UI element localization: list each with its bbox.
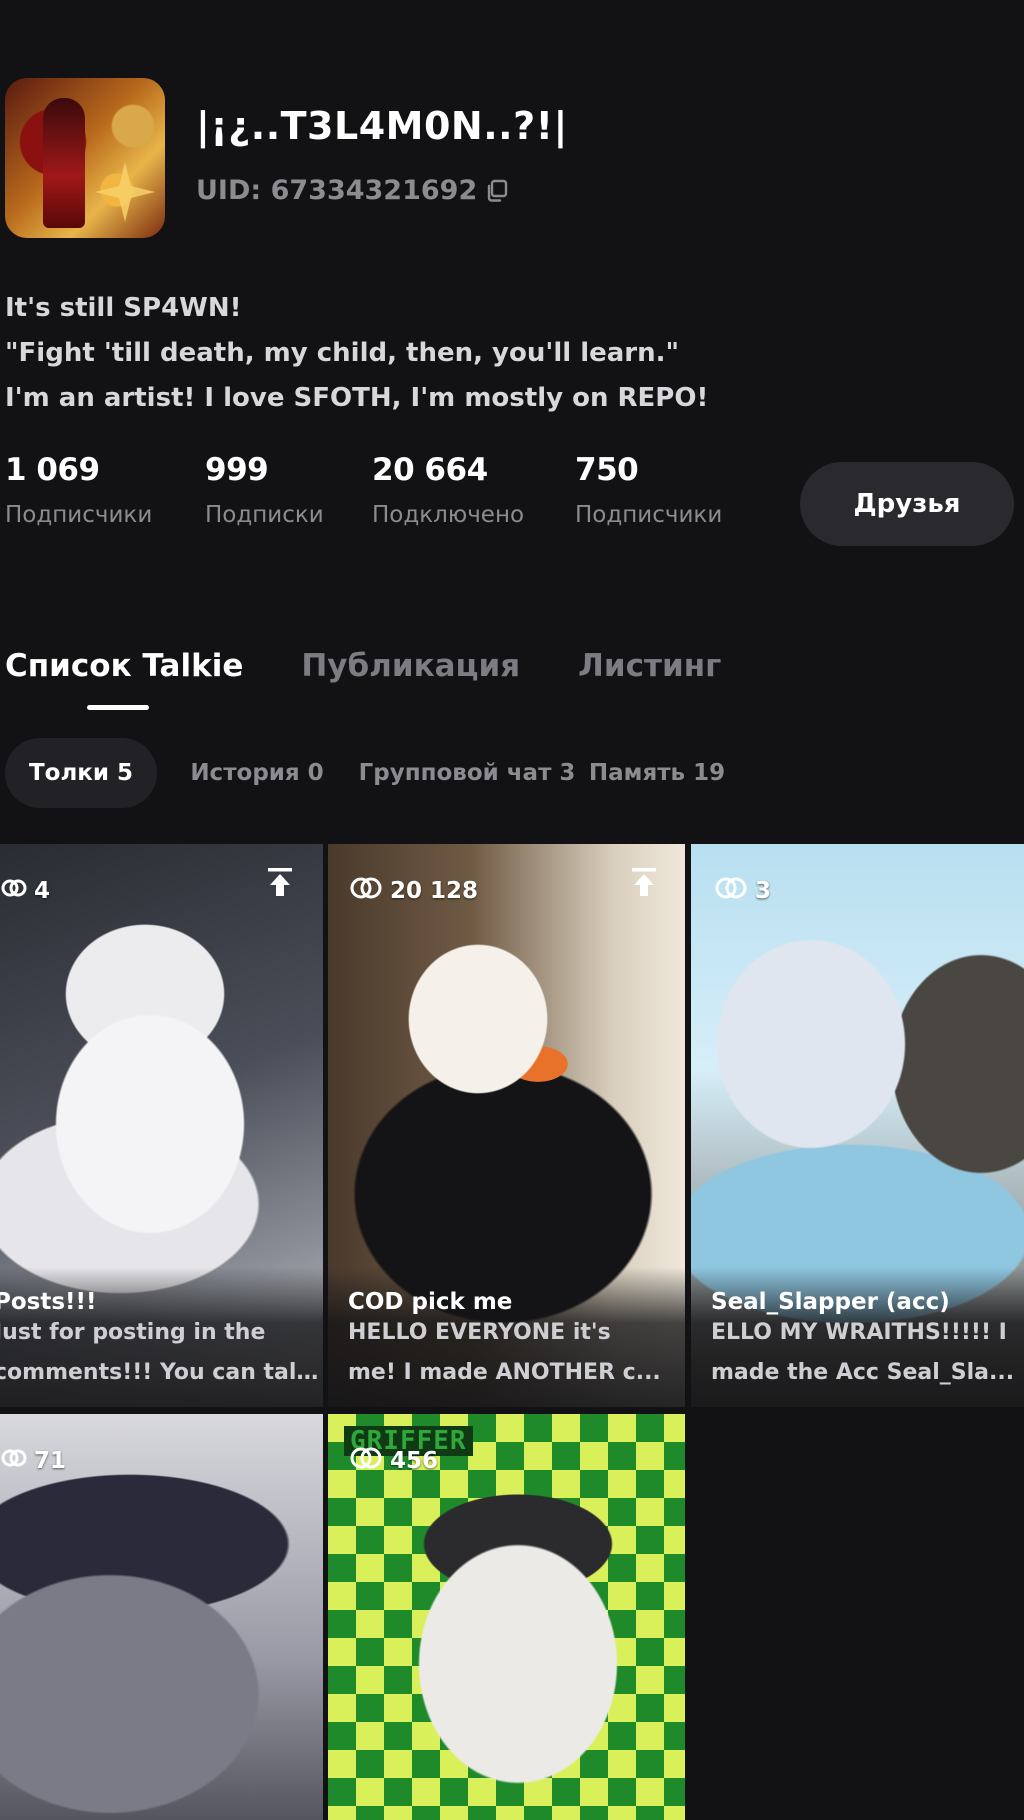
avatar-figure [43, 98, 85, 228]
card-description: Just for posting in the comments!!! You … [0, 1313, 319, 1393]
stat-value: 750 [575, 452, 639, 488]
card-count-value: 456 [390, 1448, 439, 1474]
card-count-value: 4 [34, 878, 51, 904]
bio: It's still SP4WN! "Fight 'till death, my… [5, 286, 708, 421]
stat-followers[interactable]: 1 069 Подписчики [5, 452, 205, 528]
profile-tabs: Список Talkie Публикация Листинг [5, 648, 721, 684]
stat-subscribers[interactable]: 750 Подписчики [575, 452, 745, 528]
stat-label: Подключено [372, 502, 525, 528]
link-icon [0, 874, 28, 908]
bio-line: It's still SP4WN! [5, 293, 242, 323]
stat-following[interactable]: 999 Подписки [205, 452, 372, 528]
bio-line: I'm an artist! I love SFOTH, I'm mostly … [5, 383, 709, 413]
card-count-value: 71 [34, 1448, 67, 1474]
pin-to-top-icon [266, 866, 294, 898]
filter-chips: Толки 5 История 0 Групповой чат 3 Память… [5, 738, 737, 808]
talkie-card[interactable]: 20 128 COD pick me HELLO EVERYONE it's m… [328, 844, 685, 1407]
link-icon [348, 874, 384, 908]
uid-text: UID: 67334321692 [196, 175, 478, 206]
profile-page: |¡¿..T3L4M0N..?!| UID: 67334321692 It's … [0, 0, 1024, 1820]
card-description-line: made the Acc Seal_Sla... [711, 1360, 1015, 1385]
card-count: 3 [713, 874, 771, 908]
uid-row: UID: 67334321692 [196, 175, 509, 206]
stats-row: 1 069 Подписчики 999 Подписки 20 664 Под… [5, 452, 745, 528]
copy-icon[interactable] [485, 179, 509, 203]
friends-button[interactable]: Друзья [800, 462, 1014, 546]
card-title: Posts!!! [0, 1289, 97, 1315]
link-icon [348, 1444, 384, 1478]
card-count: 20 128 [348, 874, 478, 908]
tab-publication[interactable]: Публикация [301, 648, 520, 684]
card-description: ELLO MY WRAITHS!!!!! I made the Acc Seal… [711, 1313, 1019, 1393]
card-description-line: Just for posting in the [0, 1320, 266, 1345]
pin-to-top-icon [630, 866, 658, 898]
tab-listing[interactable]: Листинг [578, 648, 721, 684]
link-icon [713, 874, 749, 908]
card-description-line: HELLO EVERYONE it's [348, 1320, 611, 1345]
card-count-value: 20 128 [390, 878, 479, 904]
stat-connected[interactable]: 20 664 Подключено [372, 452, 575, 528]
tab-talkie-list[interactable]: Список Talkie [5, 648, 243, 684]
filter-talkies[interactable]: Толки 5 [5, 738, 157, 808]
talkie-card[interactable]: GRIFFER 456 [328, 1414, 685, 1820]
stat-value: 1 069 [5, 452, 100, 488]
stat-label: Подписчики [575, 502, 723, 528]
filter-group-chat[interactable]: Групповой чат 3 [357, 738, 577, 808]
link-icon [0, 1444, 28, 1478]
filter-history[interactable]: История 0 [157, 738, 357, 808]
card-description: HELLO EVERYONE it's me! I made ANOTHER c… [348, 1313, 666, 1393]
card-count: 71 [0, 1444, 66, 1478]
talkie-card[interactable]: 3 Seal_Slapper (acc) ELLO MY WRAITHS!!!!… [691, 844, 1024, 1407]
card-description-line: comments!!! You can tal... [0, 1360, 319, 1385]
bio-line: "Fight 'till death, my child, then, you'… [5, 338, 680, 368]
card-count-value: 3 [755, 878, 772, 904]
stat-value: 999 [205, 452, 269, 488]
filter-memory[interactable]: Память 19 [577, 738, 737, 808]
stat-label: Подписки [205, 502, 324, 528]
avatar-star-shape [95, 162, 155, 222]
stat-label: Подписчики [5, 502, 153, 528]
card-title: COD pick me [348, 1289, 513, 1315]
card-count: 456 [348, 1444, 438, 1478]
talkie-card[interactable]: 4 Posts!!! Just for posting in the comme… [0, 844, 323, 1407]
username: |¡¿..T3L4M0N..?!| [196, 104, 568, 148]
card-description-line: me! I made ANOTHER c... [348, 1360, 661, 1385]
card-title: Seal_Slapper (acc) [711, 1289, 950, 1315]
active-tab-indicator [87, 705, 149, 710]
talkie-card[interactable]: 71 [0, 1414, 323, 1820]
stat-value: 20 664 [372, 452, 488, 488]
avatar[interactable] [5, 78, 165, 238]
card-description-line: ELLO MY WRAITHS!!!!! I [711, 1320, 1007, 1345]
card-count: 4 [0, 874, 50, 908]
